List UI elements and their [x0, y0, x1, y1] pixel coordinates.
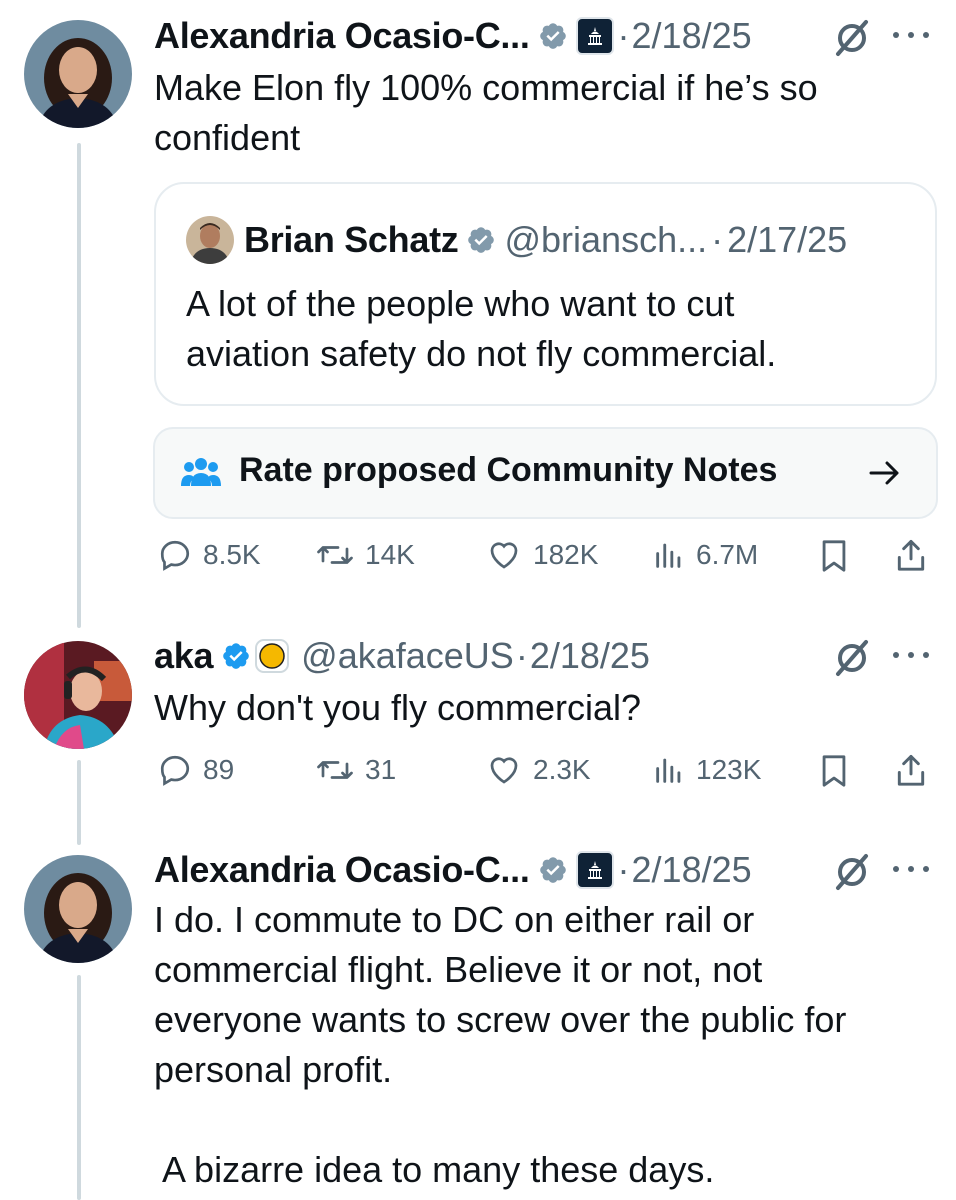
post-handle[interactable]: @akafaceUS — [301, 635, 514, 677]
quote-author-name[interactable]: Brian Schatz — [244, 219, 459, 261]
grok-icon[interactable] — [832, 852, 872, 892]
share-icon — [897, 754, 925, 786]
tweet3-text-line5: A bizarre idea to many these days. — [154, 1149, 715, 1190]
affiliate-badge-icon — [255, 639, 290, 673]
author-name[interactable]: aka — [154, 635, 213, 677]
share-button[interactable] — [893, 752, 939, 790]
tweet3-text-line1: I do. I commute to DC on either rail or — [154, 899, 755, 940]
grok-icon[interactable] — [832, 638, 872, 678]
separator: · — [617, 849, 630, 890]
grok-icon[interactable] — [832, 18, 872, 58]
separator: · — [711, 219, 724, 260]
repost-count: 14K — [365, 539, 415, 570]
tweet2-header: aka @akafaceUS · 2/18/25 — [154, 634, 650, 678]
bookmark-icon — [822, 755, 846, 787]
quote-text-line2: aviation safety do not fly commercial. — [186, 333, 777, 374]
post-date[interactable]: 2/18/25 — [530, 635, 650, 677]
repost-count: 31 — [365, 754, 397, 785]
avatar-aka[interactable] — [24, 641, 132, 749]
tweet3-text-line4: personal profit. — [154, 1049, 393, 1090]
community-notes-button[interactable]: Rate proposed Community Notes — [153, 427, 938, 519]
quote-handle[interactable]: @briansch... — [504, 219, 707, 261]
like-button[interactable]: 182K — [485, 537, 598, 573]
quote-header: Brian Schatz @briansch... · 2/17/25 — [244, 218, 847, 262]
author-name[interactable]: Alexandria Ocasio-C... — [154, 15, 530, 57]
community-notes-label: Rate proposed Community Notes — [239, 451, 778, 489]
avatar-aoc[interactable] — [24, 855, 132, 963]
reply-button[interactable]: 89 — [157, 752, 234, 788]
repost-icon — [317, 761, 353, 779]
repost-icon — [317, 546, 353, 564]
tweet1-text-line2: confident — [154, 117, 301, 158]
views-icon — [656, 543, 681, 568]
views-icon — [656, 758, 681, 783]
bookmark-button[interactable] — [817, 752, 861, 790]
thread-line-3 — [77, 975, 81, 1200]
thread-line-1 — [77, 143, 81, 628]
repost-button[interactable]: 31 — [315, 752, 396, 788]
like-count: 182K — [533, 539, 599, 570]
government-badge-icon — [575, 851, 614, 889]
verified-badge-icon — [539, 857, 566, 883]
government-badge-icon — [575, 17, 614, 55]
avatar-schatz — [186, 216, 234, 264]
verified-badge-icon — [539, 23, 566, 49]
avatar-aoc[interactable] — [24, 20, 132, 128]
views-count: 6.7M — [696, 539, 759, 570]
like-button[interactable]: 2.3K — [485, 752, 591, 788]
more-icon[interactable] — [893, 652, 929, 662]
arrow-right-icon — [869, 461, 899, 485]
views-button[interactable]: 6.7M — [652, 537, 758, 573]
tweet3-text-line3: everyone wants to screw over the public … — [154, 999, 847, 1040]
bookmark-button[interactable] — [817, 537, 861, 575]
share-button[interactable] — [893, 537, 939, 575]
views-count: 123K — [696, 754, 762, 785]
quote-text-line1: A lot of the people who want to cut — [186, 283, 735, 324]
post-date[interactable]: 2/18/25 — [632, 849, 752, 891]
like-icon — [490, 542, 518, 569]
share-icon — [897, 539, 925, 571]
more-icon[interactable] — [893, 866, 929, 876]
bookmark-icon — [822, 540, 846, 572]
quote-date[interactable]: 2/17/25 — [727, 219, 847, 261]
tweet1-header: Alexandria Ocasio-C... · 2/18/25 — [154, 14, 752, 58]
post-date[interactable]: 2/18/25 — [632, 15, 752, 57]
verified-badge-icon — [468, 227, 495, 253]
reply-count: 89 — [203, 754, 235, 785]
thread-line-2 — [77, 760, 81, 845]
reply-count: 8.5K — [203, 539, 261, 570]
author-name[interactable]: Alexandria Ocasio-C... — [154, 849, 530, 891]
more-icon[interactable] — [893, 32, 929, 42]
reply-button[interactable]: 8.5K — [157, 537, 261, 573]
tweet3-header: Alexandria Ocasio-C... · 2/18/25 — [154, 848, 752, 892]
reply-icon — [160, 540, 190, 571]
repost-button[interactable]: 14K — [315, 537, 415, 573]
separator: · — [515, 635, 528, 676]
tweet1-text-line1: Make Elon fly 100% commercial if he’s so — [154, 67, 818, 108]
tweet2-text: Why don't you fly commercial? — [154, 687, 642, 728]
like-count: 2.3K — [533, 754, 591, 785]
views-button[interactable]: 123K — [652, 752, 761, 788]
community-notes-icon — [181, 458, 221, 486]
reply-icon — [160, 755, 190, 786]
tweet3-text-line2: commercial flight. Believe it or not, no… — [154, 949, 763, 990]
separator: · — [617, 15, 630, 56]
verified-badge-icon — [223, 643, 249, 669]
like-icon — [490, 757, 518, 784]
quoted-tweet[interactable]: Brian Schatz @briansch... · 2/17/25 A lo… — [154, 182, 937, 406]
